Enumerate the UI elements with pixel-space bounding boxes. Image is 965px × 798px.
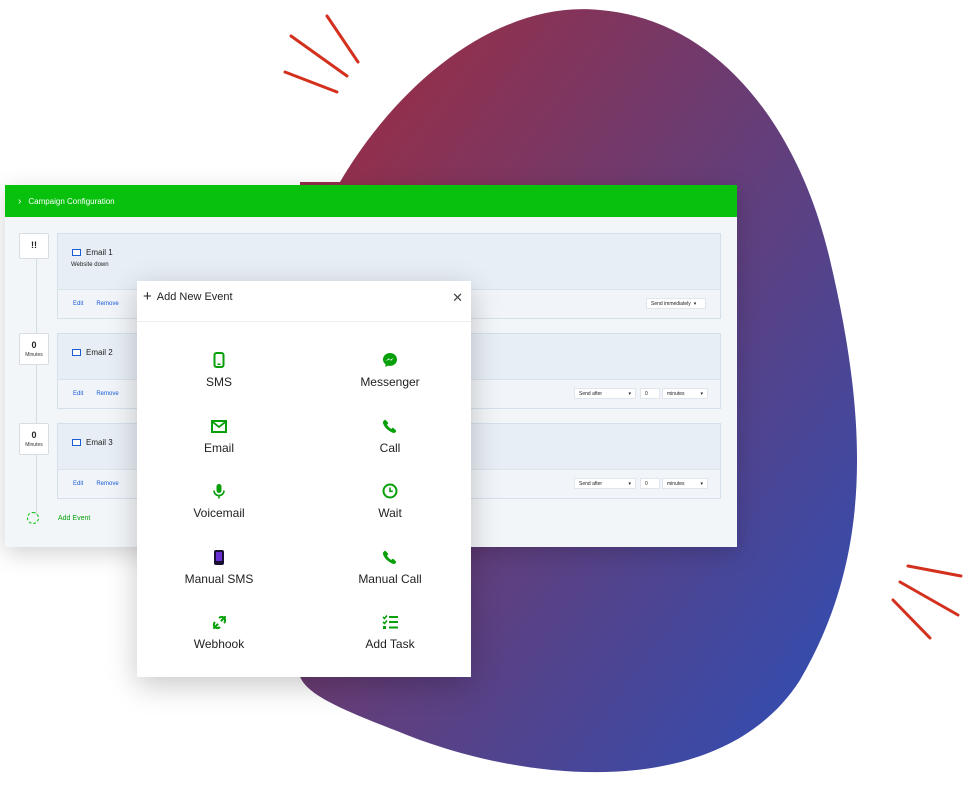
mobile-phone-icon xyxy=(213,352,225,368)
webhook-icon xyxy=(212,615,226,629)
option-manual-call[interactable]: Manual Call xyxy=(315,548,465,586)
option-webhook[interactable]: Webhook xyxy=(144,613,294,651)
timeline-step-2: 0 Minutes xyxy=(19,333,49,365)
option-call[interactable]: Call xyxy=(315,417,465,455)
envelope-icon xyxy=(211,419,227,433)
envelope-icon xyxy=(72,439,81,446)
timeline-step-1: !! xyxy=(19,233,49,259)
timeline-step-3: 0 Minutes xyxy=(19,423,49,455)
option-label: Email xyxy=(203,441,234,455)
event-subtitle: Website down xyxy=(71,262,109,268)
option-label: Webhook xyxy=(193,637,245,651)
option-label: Manual SMS xyxy=(184,572,254,586)
option-label: Voicemail xyxy=(193,506,245,520)
option-messenger[interactable]: Messenger xyxy=(315,351,465,389)
task-list-icon xyxy=(381,614,398,629)
option-label: SMS xyxy=(205,375,232,389)
microphone-icon xyxy=(213,483,225,498)
option-wait[interactable]: Wait xyxy=(315,482,465,520)
delay-unit-select[interactable]: minutes ▾ xyxy=(662,388,708,399)
remove-link[interactable]: Remove xyxy=(96,481,118,487)
option-label: Add Task xyxy=(365,637,415,651)
step-number: 0 xyxy=(31,340,37,350)
messenger-icon xyxy=(383,353,397,367)
delay-amount-input[interactable]: 0 xyxy=(640,478,660,489)
delay-amount-input[interactable]: 0 xyxy=(640,388,660,399)
send-mode-select[interactable]: Send after ▾ xyxy=(574,478,636,489)
delay-unit-select[interactable]: minutes ▾ xyxy=(662,478,708,489)
phone-icon xyxy=(382,419,397,434)
envelope-icon xyxy=(72,349,81,356)
remove-link[interactable]: Remove xyxy=(96,301,118,307)
send-mode-select[interactable]: Send after ▾ xyxy=(574,388,636,399)
plus-icon: + xyxy=(143,288,152,305)
remove-link[interactable]: Remove xyxy=(96,391,118,397)
option-label: Wait xyxy=(378,506,402,520)
chevron-right-icon: › xyxy=(18,195,22,207)
timeline-rail xyxy=(36,253,37,515)
option-sms[interactable]: SMS xyxy=(144,351,294,389)
option-add-task[interactable]: Add Task xyxy=(315,613,465,651)
option-manual-sms[interactable]: Manual SMS xyxy=(144,548,294,586)
option-label: Call xyxy=(379,441,401,455)
event-title: Email 3 xyxy=(86,438,113,447)
modal-title: Add New Event xyxy=(156,291,233,303)
campaign-header[interactable]: › Campaign Configuration xyxy=(5,185,737,217)
phone-icon xyxy=(382,550,397,565)
option-label: Messenger xyxy=(360,375,420,389)
event-title: Email 2 xyxy=(86,348,113,357)
add-event-link[interactable]: Add Event xyxy=(58,515,90,522)
step-number: !! xyxy=(31,240,37,250)
add-event-circle-icon[interactable] xyxy=(27,512,39,524)
step-number: 0 xyxy=(31,430,37,440)
clock-icon xyxy=(382,483,398,499)
campaign-header-title: Campaign Configuration xyxy=(28,196,115,206)
option-voicemail[interactable]: Voicemail xyxy=(144,482,294,520)
edit-link[interactable]: Edit xyxy=(73,301,83,307)
step-unit: Minutes xyxy=(25,352,43,358)
step-unit: Minutes xyxy=(25,442,43,448)
event-title: Email 1 xyxy=(86,248,113,257)
close-icon[interactable]: ✕ xyxy=(452,290,463,306)
envelope-icon xyxy=(72,249,81,256)
edit-link[interactable]: Edit xyxy=(73,481,83,487)
edit-link[interactable]: Edit xyxy=(73,391,83,397)
option-label: Manual Call xyxy=(358,572,422,586)
option-email[interactable]: Email xyxy=(144,417,294,455)
add-event-modal: + Add New Event ✕ SMS Messenger Email Cal… xyxy=(137,281,471,677)
mobile-phone-dark-icon xyxy=(214,549,224,565)
send-mode-select[interactable]: Send immediately ▾ xyxy=(646,298,706,309)
